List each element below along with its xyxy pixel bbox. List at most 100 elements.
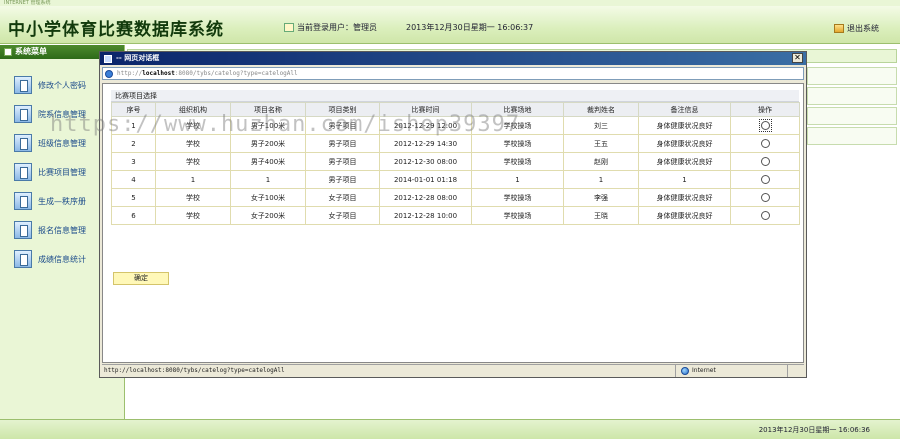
event-icon — [14, 163, 32, 181]
header-date: 2013年12月30日星期一 16:06:37 — [406, 23, 534, 32]
menu-icon — [4, 48, 12, 56]
table-cell: 身体健康状况良好 — [638, 134, 731, 153]
table-cell: 学校 — [155, 116, 231, 135]
stats-icon — [14, 250, 32, 268]
table-cell: 身体健康状况良好 — [638, 152, 731, 171]
logout-label: 退出系统 — [847, 24, 879, 33]
table-cell: 1 — [638, 170, 731, 189]
select-radio[interactable] — [760, 157, 770, 166]
select-cell — [730, 188, 800, 207]
table-cell: 男子项目 — [305, 152, 380, 171]
column-header: 项目类别 — [305, 102, 380, 117]
column-header: 裁判姓名 — [563, 102, 639, 117]
logout-button[interactable]: 退出系统 — [834, 23, 879, 34]
web-dialog: -- 网页对话框 ✕ http://localhost:8080/tybs/ca… — [99, 51, 807, 378]
select-cell — [730, 134, 800, 153]
select-radio[interactable] — [760, 211, 770, 220]
column-header: 比赛场地 — [471, 102, 564, 117]
table-cell: 学校操场 — [471, 152, 564, 171]
sidebar-title: 系统菜单 — [15, 47, 47, 56]
select-radio[interactable] — [760, 193, 770, 202]
sidebar-item-program[interactable]: 生成—秩序册 — [14, 191, 86, 211]
dialog-titlebar[interactable]: -- 网页对话框 — [100, 52, 806, 65]
select-cell — [730, 170, 800, 189]
table-row: 1 学校 男子100米 男子项目 2012-12-29 12:00 学校操场 刘… — [111, 116, 800, 135]
status-zone-label: Internet — [692, 367, 716, 374]
table-cell: 6 — [111, 206, 156, 225]
sidebar-item-events[interactable]: 比赛项目管理 — [14, 162, 86, 182]
exit-icon — [834, 24, 844, 33]
table-cell: 2012-12-28 08:00 — [379, 188, 472, 207]
dialog-title: -- 网页对话框 — [116, 54, 160, 62]
column-header: 比赛时间 — [379, 102, 472, 117]
table-cell: 女子100米 — [230, 188, 306, 207]
table-cell: 学校操场 — [471, 134, 564, 153]
table-cell: 赵刚 — [563, 152, 639, 171]
table-cell: 学校 — [155, 206, 231, 225]
select-cell — [730, 116, 800, 135]
table-cell: 4 — [111, 170, 156, 189]
select-radio[interactable] — [760, 139, 770, 148]
table-cell: 男子项目 — [305, 134, 380, 153]
column-header: 备注信息 — [638, 102, 731, 117]
sidebar-item-signups[interactable]: 报名信息管理 — [14, 220, 86, 240]
radio-focus — [758, 119, 772, 132]
table-cell: 2014-01-01 01:18 — [379, 170, 472, 189]
sidebar-item-label: 生成—秩序册 — [38, 196, 86, 206]
table-cell: 学校操场 — [471, 188, 564, 207]
table-cell: 2012-12-30 08:00 — [379, 152, 472, 171]
table-cell: 学校操场 — [471, 206, 564, 225]
section-title: 比赛项目选择 — [111, 90, 799, 102]
table-cell: 5 — [111, 188, 156, 207]
table-cell: 1 — [111, 116, 156, 135]
table-cell: 男子400米 — [230, 152, 306, 171]
app-title: 中小学体育比赛数据库系统 — [8, 20, 224, 40]
select-radio[interactable] — [760, 175, 770, 184]
table-cell: 李强 — [563, 188, 639, 207]
footer-date: 2013年12月30日星期一 16:06:36 — [758, 426, 870, 434]
table-cell: 3 — [111, 152, 156, 171]
sidebar-item-scores[interactable]: 成绩信息统计 — [14, 249, 86, 269]
table-cell: 2 — [111, 134, 156, 153]
dialog-close-button[interactable]: ✕ — [792, 53, 803, 63]
sidebar-item-label: 修改个人密码 — [38, 80, 86, 90]
column-header: 序号 — [111, 102, 156, 117]
sidebar-item-departments[interactable]: 院系信息管理 — [14, 104, 86, 124]
sidebar-item-label: 比赛项目管理 — [38, 167, 86, 177]
sidebar-item-classes[interactable]: 班级信息管理 — [14, 133, 86, 153]
current-user: 当前登录用户：管理员 — [284, 22, 377, 33]
document-icon — [14, 192, 32, 210]
dialog-content: 比赛项目选择 序号 组织机构 项目名称 项目类别 比赛时间 比赛场地 裁判姓名 … — [102, 83, 804, 363]
table-cell: 男子项目 — [305, 116, 380, 135]
table-cell: 王五 — [563, 134, 639, 153]
column-header: 操作 — [730, 102, 800, 117]
select-cell — [730, 206, 800, 225]
class-icon — [14, 134, 32, 152]
table-cell: 男子项目 — [305, 170, 380, 189]
table-cell: 学校操场 — [471, 116, 564, 135]
table-cell: 女子项目 — [305, 188, 380, 207]
department-icon — [14, 105, 32, 123]
table-cell: 2012-12-28 10:00 — [379, 206, 472, 225]
table-row: 5 学校 女子100米 女子项目 2012-12-28 08:00 学校操场 李… — [111, 188, 800, 207]
globe-icon — [681, 367, 689, 375]
sidebar-item-label: 院系信息管理 — [38, 109, 86, 119]
select-radio[interactable] — [760, 120, 770, 130]
sidebar-item-label: 报名信息管理 — [38, 225, 86, 235]
ok-button[interactable]: 确定 — [113, 272, 169, 285]
footer: 2013年12月30日星期一 16:06:36 — [0, 419, 900, 439]
table-cell: 1 — [563, 170, 639, 189]
table-cell: 学校 — [155, 152, 231, 171]
event-table: 序号 组织机构 项目名称 项目类别 比赛时间 比赛场地 裁判姓名 备注信息 操作… — [111, 102, 800, 225]
select-cell — [730, 152, 800, 171]
table-row: 3 学校 男子400米 男子项目 2012-12-30 08:00 学校操场 赵… — [111, 152, 800, 171]
status-zone: Internet — [678, 365, 788, 377]
table-row: 2 学校 男子200米 男子项目 2012-12-29 14:30 学校操场 王… — [111, 134, 800, 153]
status-url: http://localhost:8080/tybs/catelog?type=… — [102, 365, 676, 377]
main-row — [807, 67, 897, 85]
table-row: 4 1 1 男子项目 2014-01-01 01:18 1 1 1 — [111, 170, 800, 189]
sidebar-item-change-password[interactable]: 修改个人密码 — [14, 75, 86, 95]
table-cell: 男子200米 — [230, 134, 306, 153]
current-user-label: 当前登录用户：管理员 — [297, 23, 377, 32]
user-icon — [284, 23, 294, 32]
